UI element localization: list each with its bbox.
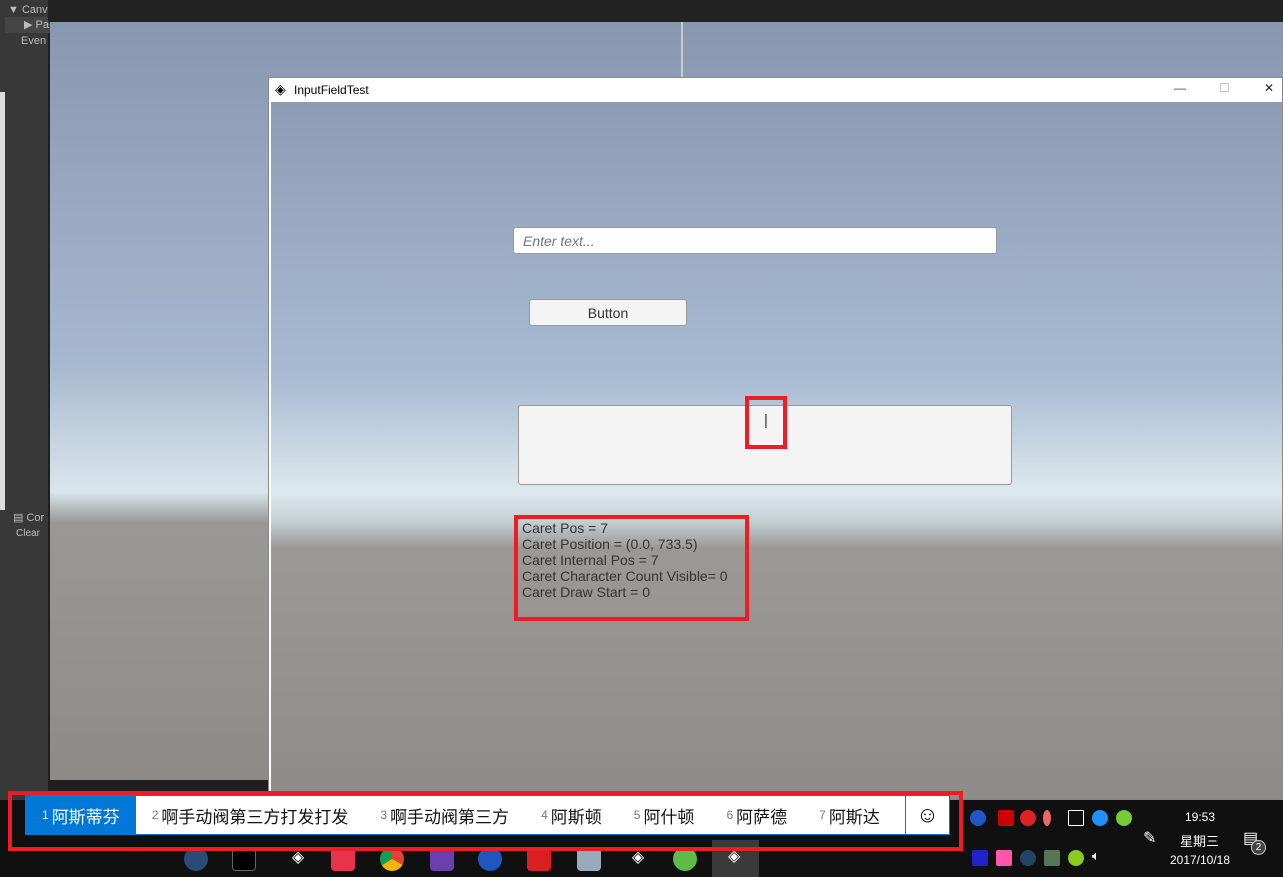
minimize-button[interactable]: — xyxy=(1174,81,1186,95)
title-bar[interactable]: ◈ InputFieldTest — ☐ ✕ xyxy=(269,78,1282,101)
nvidia-icon[interactable] xyxy=(1044,850,1060,866)
clock-time[interactable]: 19:53 xyxy=(1175,810,1225,824)
speaker-icon[interactable] xyxy=(1043,810,1051,826)
console-tab[interactable]: ▤ Cor xyxy=(13,511,44,524)
adobe-icon[interactable] xyxy=(998,810,1014,826)
clear-button[interactable]: Clear xyxy=(16,528,40,539)
maximize-button[interactable]: ☐ xyxy=(1219,81,1230,95)
kugou-icon[interactable] xyxy=(1092,810,1108,826)
pen-icon[interactable]: ✎ xyxy=(1143,828,1156,848)
console-panel: ▤ Cor Clear xyxy=(5,508,48,800)
notification-badge: 2 xyxy=(1251,840,1266,855)
hierarchy-item-panel[interactable]: ▶ Pa xyxy=(5,17,53,33)
inspector-edge xyxy=(0,92,5,510)
unity-icon: ◈ xyxy=(275,81,286,97)
scene-divider xyxy=(681,22,683,77)
console-tab-label: Cor xyxy=(26,512,45,524)
wechat-tray-icon[interactable] xyxy=(1116,810,1132,826)
info-highlight xyxy=(514,515,749,621)
console-icon: ▤ xyxy=(13,512,24,524)
tray-icon[interactable] xyxy=(996,850,1012,866)
scene-toolbar xyxy=(48,0,1283,22)
steam-icon[interactable] xyxy=(1020,850,1036,866)
button[interactable]: Button xyxy=(529,299,687,326)
clock-date[interactable]: 2017/10/18 xyxy=(1165,853,1235,867)
clock-weekday[interactable]: 星期三 xyxy=(1172,831,1227,850)
tray-icon[interactable] xyxy=(972,850,988,866)
item-label: Even xyxy=(21,35,47,47)
item-label: Canv xyxy=(21,4,48,16)
tray-icon[interactable] xyxy=(1020,810,1036,826)
volume-icon[interactable]: 🔈︎ xyxy=(1092,848,1100,864)
text-input[interactable] xyxy=(513,227,997,254)
window-title: InputFieldTest xyxy=(294,83,369,97)
close-button[interactable]: ✕ xyxy=(1264,81,1274,95)
tray-icon[interactable] xyxy=(1068,850,1084,866)
network-icon[interactable] xyxy=(1068,810,1084,826)
tray-icon[interactable] xyxy=(970,810,986,826)
caret-highlight xyxy=(745,396,787,449)
ime-highlight xyxy=(8,791,963,851)
item-label: Pa xyxy=(35,19,49,31)
